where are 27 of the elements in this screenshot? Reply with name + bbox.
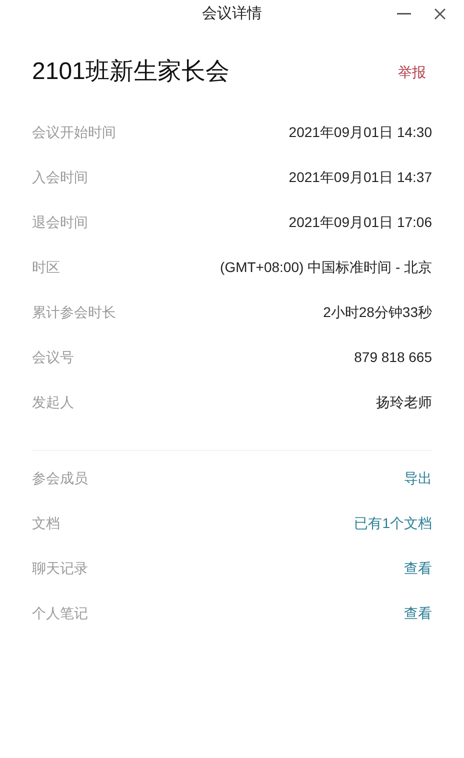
section-label: 参会成员 xyxy=(32,469,88,488)
detail-label: 累计参会时长 xyxy=(32,303,116,322)
detail-value: 2021年09月01日 17:06 xyxy=(288,213,432,232)
section-label: 个人笔记 xyxy=(32,604,88,623)
detail-label: 退会时间 xyxy=(32,213,88,232)
close-icon xyxy=(434,8,446,20)
detail-value: (GMT+08:00) 中国标准时间 - 北京 xyxy=(220,258,432,277)
action-link[interactable]: 已有1个文档 xyxy=(354,513,432,534)
report-link[interactable]: 举报 xyxy=(398,62,426,82)
action-link[interactable]: 查看 xyxy=(404,558,432,579)
meeting-title: 2101班新生家长会 xyxy=(32,57,230,87)
section-label: 聊天记录 xyxy=(32,559,88,578)
detail-label: 会议开始时间 xyxy=(32,123,116,142)
detail-label: 会议号 xyxy=(32,348,74,367)
detail-value: 2021年09月01日 14:30 xyxy=(288,123,432,142)
action-link[interactable]: 导出 xyxy=(404,468,432,489)
detail-label: 发起人 xyxy=(32,393,74,412)
detail-label: 入会时间 xyxy=(32,168,88,187)
detail-value: 879 818 665 xyxy=(354,348,432,367)
action-link[interactable]: 查看 xyxy=(404,603,432,624)
detail-label: 时区 xyxy=(32,258,60,277)
detail-value: 2小时28分钟33秒 xyxy=(323,303,432,322)
section-label: 文档 xyxy=(32,514,60,533)
window-title: 会议详情 xyxy=(202,4,262,24)
minimize-icon xyxy=(397,13,411,15)
detail-value: 2021年09月01日 14:37 xyxy=(288,168,432,187)
detail-value: 扬玲老师 xyxy=(376,393,432,412)
